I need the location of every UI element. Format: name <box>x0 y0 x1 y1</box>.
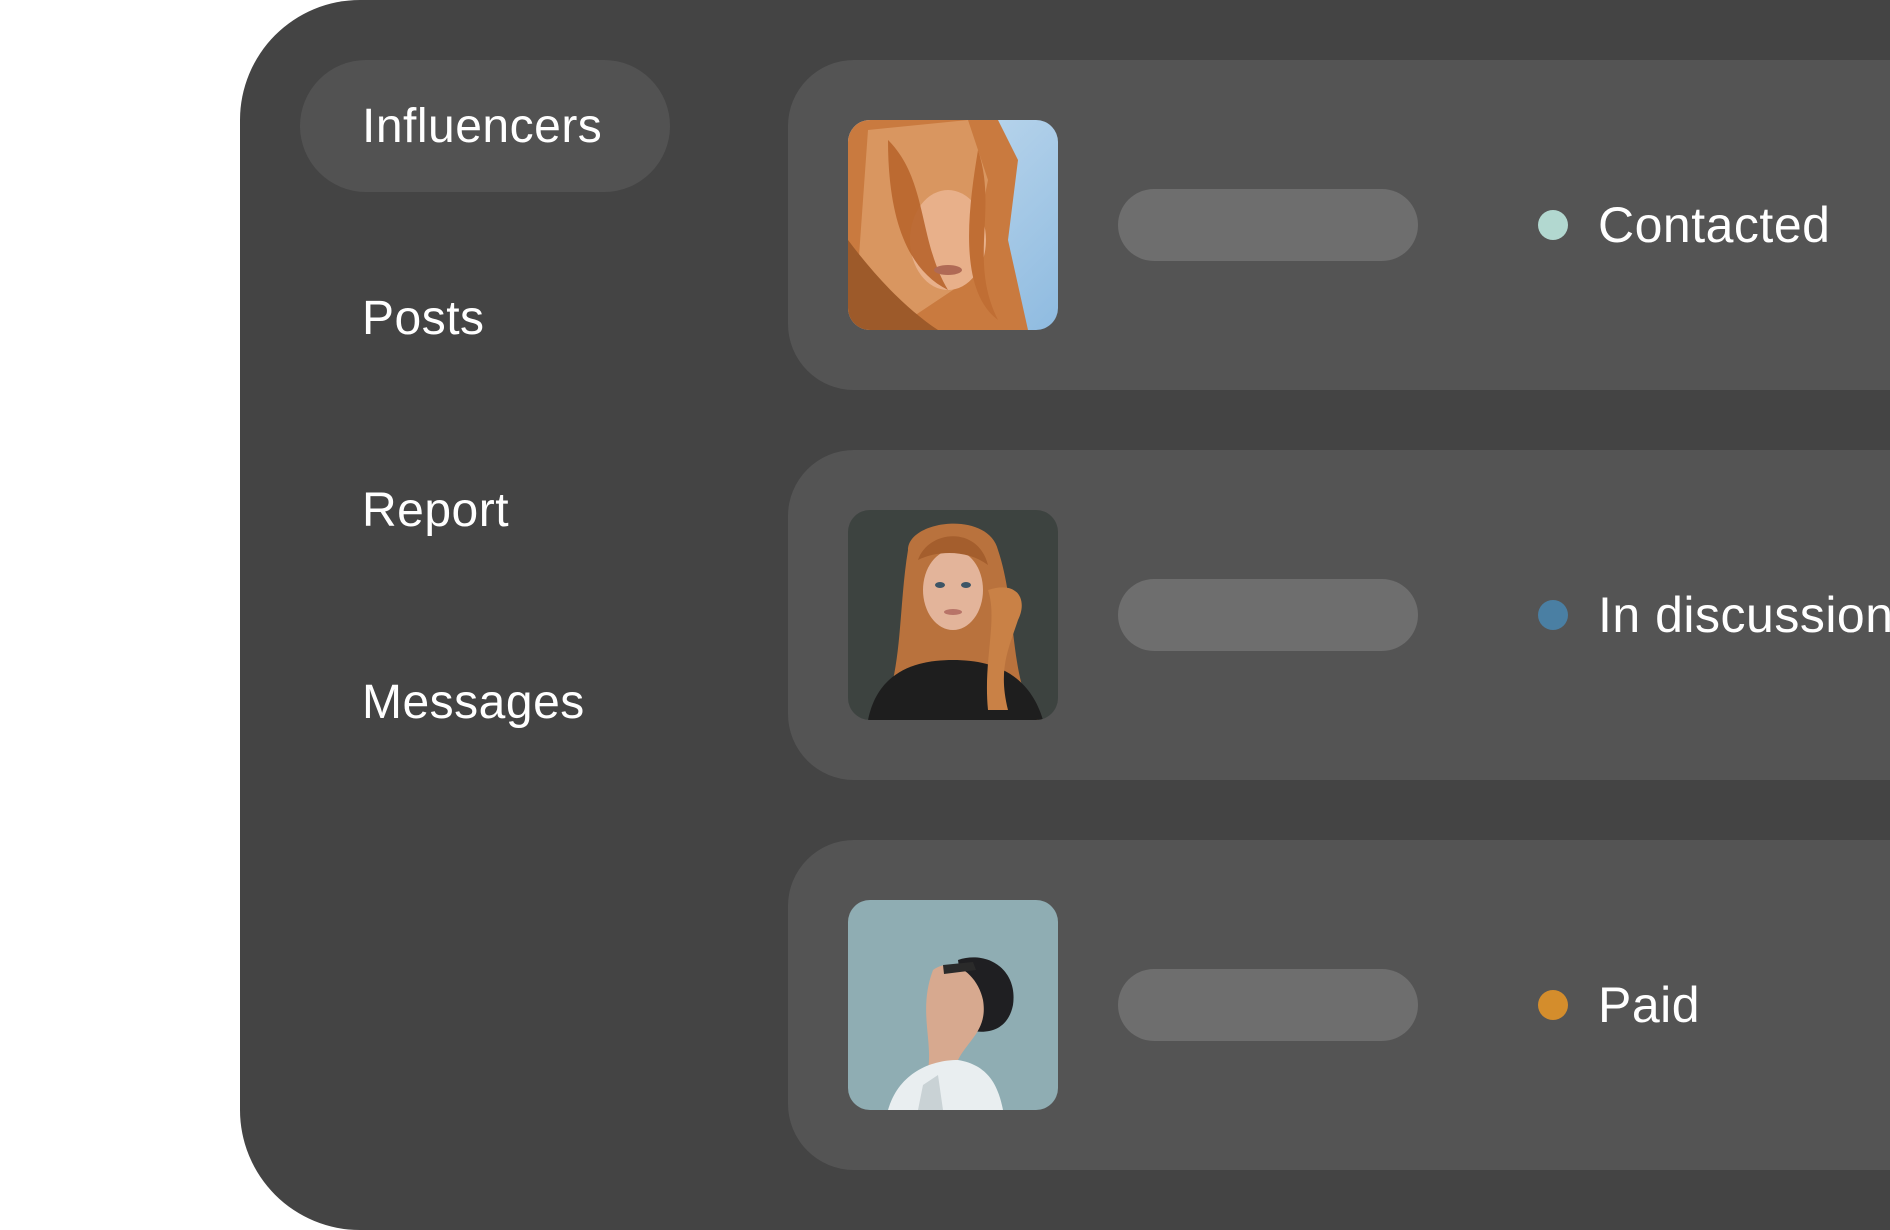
sidebar-item-report[interactable]: Report <box>300 444 670 576</box>
sidebar-item-label: Messages <box>362 675 585 729</box>
name-placeholder <box>1118 579 1418 651</box>
status-dot <box>1538 990 1568 1020</box>
influencer-avatar[interactable] <box>848 900 1058 1110</box>
sidebar-nav: Influencers Posts Report Messages <box>300 60 680 828</box>
influencer-row[interactable]: Paid <box>788 840 1890 1170</box>
woman-red-hair-photo <box>848 120 1058 330</box>
app-window: Influencers Posts Report Messages Contac… <box>240 0 1890 1230</box>
woman-long-hair-photo <box>848 510 1058 720</box>
status-label: Contacted <box>1598 197 1831 253</box>
influencer-avatar[interactable] <box>848 120 1058 330</box>
sidebar-item-label: Influencers <box>362 99 603 153</box>
man-profile-photo <box>848 900 1058 1110</box>
sidebar-item-influencers[interactable]: Influencers <box>300 60 670 192</box>
influencer-row[interactable]: Contacted <box>788 60 1890 390</box>
sidebar-item-label: Posts <box>362 291 485 345</box>
influencer-row[interactable]: In discussion <box>788 450 1890 780</box>
sidebar-item-posts[interactable]: Posts <box>300 252 670 384</box>
sidebar-item-label: Report <box>362 483 510 537</box>
sidebar-item-messages[interactable]: Messages <box>300 636 670 768</box>
status-indicator: Contacted <box>1538 196 1830 254</box>
status-indicator: In discussion <box>1538 586 1890 644</box>
name-placeholder <box>1118 969 1418 1041</box>
influencer-list: Contacted In discussion Paid <box>788 60 1890 1230</box>
status-label: In discussion <box>1598 587 1890 643</box>
name-placeholder <box>1118 189 1418 261</box>
status-dot <box>1538 210 1568 240</box>
influencer-avatar[interactable] <box>848 510 1058 720</box>
status-indicator: Paid <box>1538 976 1700 1034</box>
status-label: Paid <box>1598 977 1701 1033</box>
status-dot <box>1538 600 1568 630</box>
